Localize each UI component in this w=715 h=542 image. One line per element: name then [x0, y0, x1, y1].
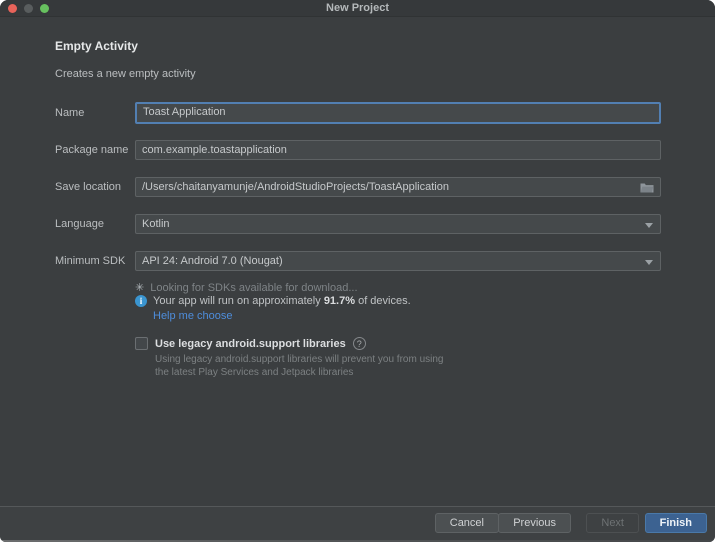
legacy-support-checkbox[interactable]: [135, 337, 148, 350]
sdk-loading-row: ✳ Looking for SDKs available for downloa…: [135, 281, 358, 295]
minimum-sdk-label: Minimum SDK: [55, 255, 126, 267]
minimum-sdk-value: API 24: Android 7.0 (Nougat): [142, 255, 283, 267]
sdk-loading-text: Looking for SDKs available for download.…: [150, 281, 358, 294]
device-percent: 91.7%: [323, 295, 356, 307]
name-input[interactable]: Toast Application: [135, 102, 661, 124]
next-button: Next: [586, 513, 639, 533]
cancel-button[interactable]: Cancel: [434, 513, 499, 533]
minimum-sdk-dropdown[interactable]: API 24: Android 7.0 (Nougat): [135, 251, 661, 271]
finish-button[interactable]: Finish: [644, 513, 707, 533]
save-location-input[interactable]: /Users/chaitanyamunje/AndroidStudioProje…: [135, 177, 661, 197]
titlebar: New Project: [0, 0, 715, 17]
device-coverage-text: Your app will run on approximately 91.7%…: [153, 295, 411, 307]
language-value: Kotlin: [142, 218, 170, 230]
language-dropdown[interactable]: Kotlin: [135, 214, 661, 234]
chevron-down-icon: [645, 223, 653, 228]
info-icon: i: [135, 295, 147, 307]
new-project-dialog: New Project Empty Activity Creates a new…: [0, 0, 715, 542]
name-label: Name: [55, 107, 85, 119]
device-coverage-row: i Your app will run on approximately 91.…: [135, 295, 411, 307]
help-question-icon[interactable]: ?: [352, 337, 366, 350]
legacy-support-row: Use legacy android.support libraries ?: [135, 337, 366, 350]
window-title: New Project: [326, 2, 389, 14]
package-name-label: Package name: [55, 144, 129, 156]
chevron-down-icon: [645, 260, 653, 265]
package-name-input[interactable]: com.example.toastapplication: [135, 140, 661, 160]
language-label: Language: [55, 218, 104, 230]
browse-folder-button[interactable]: [636, 179, 658, 195]
help-me-choose-link[interactable]: Help me choose: [153, 310, 233, 322]
save-location-label: Save location: [55, 181, 122, 193]
footer: Cancel Previous Next Finish: [0, 507, 715, 542]
legacy-support-label: Use legacy android.support libraries: [155, 337, 346, 350]
legacy-support-description: Using legacy android.support libraries w…: [155, 354, 444, 378]
page-subtitle: Creates a new empty activity: [55, 68, 196, 80]
folder-icon: [640, 183, 654, 192]
page-title: Empty Activity: [55, 39, 138, 53]
previous-button[interactable]: Previous: [498, 513, 571, 533]
save-location-value: /Users/chaitanyamunje/AndroidStudioProje…: [142, 181, 449, 193]
spinner-icon: ✳: [135, 282, 145, 294]
